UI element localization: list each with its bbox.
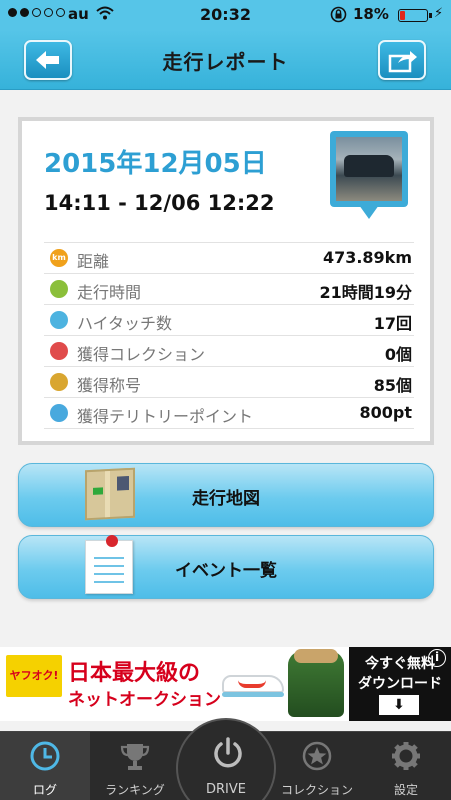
report-time-range: 14:11 - 12/06 12:22 — [44, 191, 275, 215]
stat-label: 獲得テリトリーポイント — [77, 407, 254, 426]
stat-row: 獲得コレクション 0個 — [44, 336, 414, 367]
sneaker-image — [222, 675, 284, 697]
ad-subline: ネットオークション — [68, 690, 221, 710]
stat-row: km 距離 473.89km — [44, 243, 414, 274]
rotation-lock-icon — [330, 6, 347, 27]
ad-banner[interactable]: ヤフオク! 日本最大級の ネットオークション 今すぐ無料 ダウンロード ⬇ i — [0, 647, 451, 721]
driving-map-label: 走行地図 — [192, 489, 260, 509]
km-icon: km — [50, 249, 68, 267]
event-list-label: イベント一覧 — [175, 561, 277, 581]
tab-ranking[interactable]: ランキング — [90, 732, 180, 800]
event-list-button[interactable]: イベント一覧 — [18, 535, 434, 599]
tab-settings-label: 設定 — [393, 783, 418, 797]
stat-value: 21時間19分 — [319, 283, 412, 302]
yafuoku-logo: ヤフオク! — [6, 655, 62, 697]
clock-icon — [50, 280, 68, 298]
status-bar: au 20:32 18% ⚡ — [0, 0, 451, 30]
power-icon — [214, 737, 242, 768]
nav-bar: 走行レポート — [0, 30, 451, 90]
trophy-icon — [120, 744, 150, 770]
tab-bar: ログ ランキング DRIVE コレクション 設定 — [0, 718, 451, 800]
gear-icon — [392, 742, 420, 770]
stat-label: 距離 — [77, 252, 110, 271]
stat-value: 85個 — [373, 376, 412, 395]
report-date: 2015年12月05日 — [44, 149, 267, 179]
stat-label: 獲得コレクション — [77, 345, 206, 364]
tab-log-label: ログ — [32, 783, 57, 797]
battery-icon — [398, 9, 432, 22]
drive-button[interactable]: DRIVE — [176, 718, 276, 800]
stat-value: 17回 — [373, 314, 412, 333]
report-card: 2015年12月05日 14:11 - 12/06 12:22 km 距離 473.… — [18, 117, 434, 445]
stat-value: 800pt — [359, 403, 413, 422]
stat-row: 獲得テリトリーポイント 800pt — [44, 398, 414, 429]
high-five-icon — [50, 311, 68, 329]
territory-icon — [50, 404, 68, 422]
stat-row: 走行時間 21時間19分 — [44, 274, 414, 305]
stats-list: km 距離 473.89km 走行時間 21時間19分ハイタッチ数 17回獲得コレクション… — [44, 242, 414, 429]
star-icon — [302, 741, 332, 771]
stat-label: ハイタッチ数 — [77, 314, 173, 333]
stat-label: 獲得称号 — [77, 376, 142, 395]
car-collection-icon — [50, 342, 68, 360]
share-icon — [388, 51, 417, 73]
ad-headline: 日本最大級の — [68, 661, 201, 686]
ad-cta-line2: ダウンロード — [358, 676, 442, 692]
share-button[interactable] — [378, 40, 426, 80]
stat-value: 473.89km — [322, 248, 412, 267]
charging-icon: ⚡ — [434, 6, 444, 21]
tab-collection[interactable]: コレクション — [272, 732, 362, 800]
tab-log[interactable]: ログ — [0, 732, 90, 800]
stat-value: 0個 — [384, 345, 412, 364]
battery-percent: 18% — [353, 5, 389, 23]
stat-label: 走行時間 — [77, 283, 142, 302]
medal-icon — [50, 373, 68, 391]
tab-settings[interactable]: 設定 — [361, 732, 451, 800]
stat-row: ハイタッチ数 17回 — [44, 305, 414, 336]
tab-ranking-label: ランキング — [105, 783, 165, 797]
ad-info-icon[interactable]: i — [428, 649, 446, 667]
tab-drive-label: DRIVE — [206, 782, 246, 797]
driving-map-button[interactable]: 走行地図 — [18, 463, 434, 527]
stat-row: 獲得称号 85個 — [44, 367, 414, 398]
jacket-image — [288, 649, 344, 717]
car-photo-pin[interactable] — [330, 131, 408, 227]
download-icon: ⬇ — [379, 695, 419, 715]
tab-collection-label: コレクション — [280, 783, 353, 797]
log-clock-icon — [30, 741, 60, 771]
